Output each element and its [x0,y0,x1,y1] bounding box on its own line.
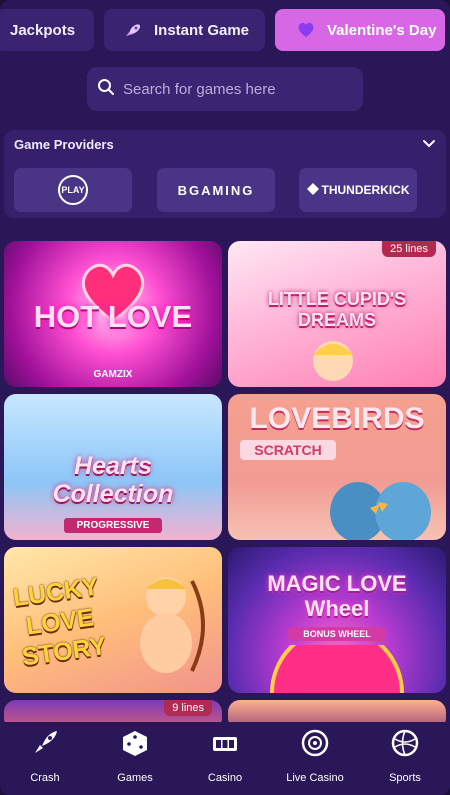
provider-bgaming[interactable]: BGAMING [157,168,275,212]
nav-label: Crash [30,772,60,784]
nav-live-casino[interactable]: Live Casino [270,722,360,795]
provider-logos: PLAY BGAMING THUNDERKICK [14,168,436,212]
nav-casino[interactable]: Casino [180,722,270,795]
pragmatic-play-logo: PLAY [58,175,88,205]
thunderkick-logo: THUNDERKICK [321,183,410,197]
app-frame: Jackpots Instant Game Valentine's Day Ga… [0,0,450,795]
game-subtitle: PROGRESSIVE [64,518,162,533]
game-tile-lovebirds-scratch[interactable]: LOVEBIRDS SCRATCH [228,394,446,540]
providers-header[interactable]: Game Providers [4,130,446,158]
providers-title: Game Providers [14,136,114,152]
tab-valentines-day[interactable]: Valentine's Day [275,9,445,51]
lines-badge: 9 lines [164,700,212,716]
provider-pragmatic-play[interactable]: PLAY [14,168,132,212]
search-icon [97,78,115,101]
bottom-navigation: Crash Games Casino Live Casino Sports [0,722,450,795]
game-tile-magic-love-wheel[interactable]: MAGIC LOVE Wheel BONUS WHEEL [228,547,446,693]
game-title: LUCKY LOVE STORY [11,572,109,672]
game-subtitle: BONUS WHEEL [288,627,386,641]
search-input[interactable] [123,80,353,98]
rocket-icon [30,728,60,758]
chevron-down-icon[interactable] [422,137,436,152]
rocket-icon [122,21,144,39]
lovebirds-art [330,482,431,540]
game-title: HOT LOVE [33,299,193,334]
ball-icon [390,728,420,758]
thunderkick-icon [306,182,319,198]
game-title: LITTLE CUPID'S DREAMS [267,289,407,330]
tab-jackpots[interactable]: Jackpots [0,9,94,51]
roulette-icon [300,728,330,758]
game-provider: GAMZIX [93,369,133,380]
slot-machine-icon [210,728,240,758]
game-tile-little-cupids-dreams[interactable]: 25 lines LITTLE CUPID'S DREAMS [228,241,446,387]
category-tabs: Jackpots Instant Game Valentine's Day [0,9,450,51]
tab-label: Instant Game [154,21,250,39]
game-providers-panel: Game Providers PLAY BGAMING THUNDERKICK [4,130,446,218]
game-tile-lucky-love-story[interactable]: LUCKY LOVE STORY [4,547,222,693]
tab-label: Valentine's Day [327,21,437,39]
tab-label: Jackpots [10,21,76,39]
nav-crash[interactable]: Crash [0,722,90,795]
search-bar[interactable] [87,67,363,111]
nav-sports[interactable]: Sports [360,722,450,795]
game-tile-hot-love[interactable]: HOT LOVE GAMZIX [4,241,222,387]
nav-label: Sports [389,772,421,784]
dice-icon [120,728,150,758]
tab-instant-game[interactable]: Instant Game [104,9,265,51]
heart-icon [295,21,317,39]
game-tile-hearts-collection[interactable]: Hearts Collection PROGRESSIVE [4,394,222,540]
cupid-art [313,341,353,381]
provider-thunderkick[interactable]: THUNDERKICK [299,168,417,212]
nav-label: Games [117,772,153,784]
nav-label: Casino [207,772,243,784]
lines-badge: 25 lines [382,241,436,257]
cupid-art [140,577,205,673]
wheel-art [270,645,404,693]
game-title: Hearts Collection [52,452,174,508]
game-title: LOVEBIRDS [249,402,425,435]
nav-label: Live Casino [286,772,344,784]
nav-games[interactable]: Games [90,722,180,795]
bgaming-logo: BGAMING [177,182,255,198]
game-title: MAGIC LOVE Wheel [267,571,407,621]
game-subtitle: SCRATCH [240,440,336,460]
